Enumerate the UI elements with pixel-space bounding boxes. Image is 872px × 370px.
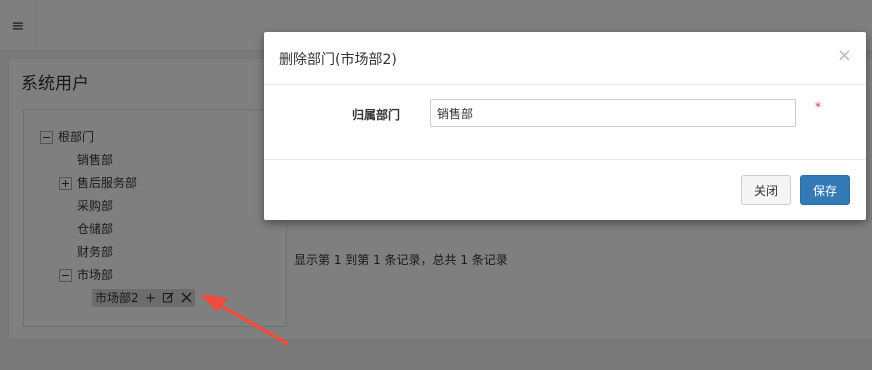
close-icon[interactable]: × [837,45,852,66]
parent-department-label: 归属部门 [351,108,400,122]
modal-title: 删除部门(市场部2) [279,52,397,68]
delete-department-dialog: 删除部门(市场部2) × 归属部门 * 关闭 保存 [264,32,866,220]
modal-footer: 关闭 保存 [264,159,866,221]
close-button[interactable]: 关闭 [741,175,791,205]
modal-header: 删除部门(市场部2) × [264,32,866,85]
required-mark: * [815,100,821,114]
modal-body: 归属部门 * [264,84,866,159]
parent-department-input[interactable] [430,99,796,127]
red-arrow-annotation [200,294,289,346]
save-button[interactable]: 保存 [800,175,850,205]
